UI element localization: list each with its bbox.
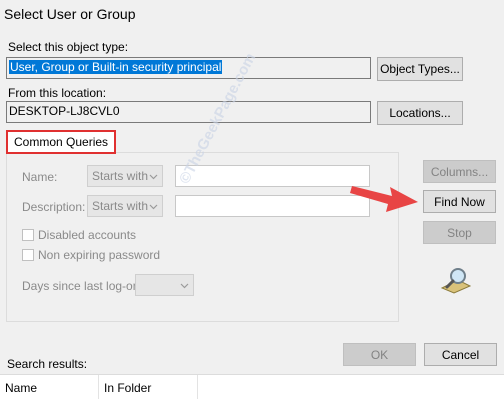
search-icon bbox=[440, 266, 472, 297]
locations-button[interactable]: Locations... bbox=[377, 101, 463, 125]
disabled-accounts-checkbox[interactable] bbox=[22, 229, 34, 241]
column-header-name[interactable]: Name bbox=[5, 381, 37, 395]
columns-button[interactable]: Columns... bbox=[423, 160, 496, 183]
days-since-logon-label: Days since last log-on: bbox=[22, 279, 143, 293]
find-now-button[interactable]: Find Now bbox=[423, 190, 496, 213]
object-type-field[interactable]: User, Group or Built-in security princip… bbox=[6, 57, 371, 79]
name-label: Name: bbox=[22, 170, 58, 184]
chevron-down-icon bbox=[149, 169, 158, 183]
arrow-right-icon bbox=[348, 176, 420, 219]
non-expiring-password-checkbox[interactable] bbox=[22, 249, 34, 261]
disabled-accounts-label: Disabled accounts bbox=[38, 228, 137, 242]
cancel-button[interactable]: Cancel bbox=[424, 343, 497, 366]
search-results-list[interactable]: Name In Folder bbox=[0, 374, 504, 415]
ok-button[interactable]: OK bbox=[343, 343, 416, 366]
description-label: Description: bbox=[22, 200, 86, 214]
description-mode-value: Starts with bbox=[92, 199, 149, 213]
column-divider[interactable] bbox=[98, 375, 99, 399]
location-field[interactable]: DESKTOP-LJ8CVL0 bbox=[6, 101, 371, 123]
stop-button[interactable]: Stop bbox=[423, 221, 496, 244]
object-types-button[interactable]: Object Types... bbox=[377, 57, 463, 81]
location-label: From this location: bbox=[8, 86, 107, 100]
name-mode-select[interactable]: Starts with bbox=[87, 165, 163, 187]
column-header-in-folder[interactable]: In Folder bbox=[104, 381, 151, 395]
search-results-label: Search results: bbox=[7, 357, 88, 371]
object-type-label: Select this object type: bbox=[8, 40, 129, 54]
days-since-logon-select[interactable] bbox=[135, 274, 194, 296]
location-value: DESKTOP-LJ8CVL0 bbox=[9, 104, 120, 118]
column-divider[interactable] bbox=[197, 375, 198, 399]
description-input[interactable] bbox=[175, 195, 370, 217]
chevron-down-icon bbox=[149, 199, 158, 213]
window-title: Select User or Group bbox=[4, 6, 136, 22]
tab-common-queries[interactable]: Common Queries bbox=[6, 130, 117, 154]
name-mode-value: Starts with bbox=[92, 169, 149, 183]
object-type-value: User, Group or Built-in security princip… bbox=[9, 60, 223, 74]
non-expiring-password-label: Non expiring password bbox=[38, 248, 161, 262]
chevron-down-icon bbox=[180, 278, 189, 292]
name-input[interactable] bbox=[175, 165, 370, 187]
description-mode-select[interactable]: Starts with bbox=[87, 195, 163, 217]
